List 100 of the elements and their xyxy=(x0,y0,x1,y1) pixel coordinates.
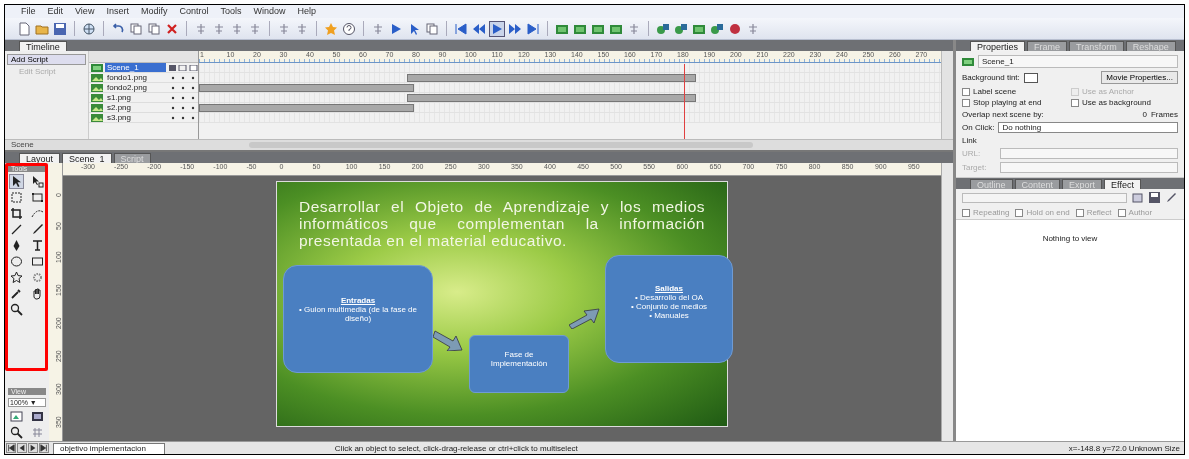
shapes-icon[interactable] xyxy=(656,21,670,36)
crop-icon[interactable] xyxy=(10,207,23,220)
tween-bar[interactable] xyxy=(406,93,697,102)
panel-tab[interactable]: Properties xyxy=(970,41,1026,51)
layer-row[interactable]: Scene_1 xyxy=(89,63,198,73)
checkbox-box[interactable] xyxy=(962,87,970,96)
url-field[interactable] xyxy=(1000,148,1178,159)
checkbox[interactable]: Stop playing at end xyxy=(962,98,1069,107)
help-icon[interactable] xyxy=(342,21,356,36)
checkbox[interactable]: Use as background xyxy=(1071,98,1178,107)
scene-label[interactable]: Scene xyxy=(5,140,89,150)
name-field[interactable]: Scene_1 xyxy=(978,55,1178,68)
layer-row[interactable]: s3.png xyxy=(89,113,198,123)
motion-path-icon[interactable] xyxy=(31,207,44,220)
panel-tab[interactable]: Effect xyxy=(1104,179,1141,189)
checkbox-box[interactable] xyxy=(1071,98,1079,107)
tween-bar[interactable] xyxy=(406,73,697,82)
menu-item[interactable]: Edit xyxy=(47,6,64,17)
text-icon[interactable] xyxy=(31,239,44,252)
menu-item[interactable]: Tools xyxy=(220,6,242,17)
rewind-icon[interactable] xyxy=(472,21,486,36)
align-icon[interactable] xyxy=(277,21,291,36)
copy-icon[interactable] xyxy=(147,21,161,36)
align-icon[interactable] xyxy=(230,21,244,36)
menu-item[interactable]: Window xyxy=(253,6,286,17)
eyedropper-icon[interactable] xyxy=(10,287,23,300)
hand-icon[interactable] xyxy=(31,287,44,300)
playhead-line[interactable] xyxy=(683,64,685,139)
shapes-icon[interactable] xyxy=(710,21,724,36)
skip-back-icon[interactable] xyxy=(6,443,16,453)
tween-bar[interactable] xyxy=(199,83,415,92)
layer-row[interactable]: fondo1.png xyxy=(89,73,198,83)
layer-row[interactable]: fondo2.png xyxy=(89,83,198,93)
target-field[interactable] xyxy=(1000,162,1178,173)
menu-item[interactable]: View xyxy=(75,6,95,17)
stage-area[interactable] xyxy=(63,176,941,441)
rectangle-icon[interactable] xyxy=(31,255,44,268)
save-icon[interactable] xyxy=(53,21,67,36)
line-icon[interactable] xyxy=(10,223,23,236)
star-icon[interactable] xyxy=(10,271,23,284)
panel-tab[interactable]: Layout xyxy=(19,153,61,163)
skip-forward-icon[interactable] xyxy=(39,443,49,453)
subselect-icon[interactable] xyxy=(31,175,44,188)
circle-icon[interactable] xyxy=(728,21,742,36)
scene-tab[interactable]: objetivo implementacion xyxy=(53,442,165,454)
ellipse-icon[interactable] xyxy=(10,255,23,268)
preview-icon[interactable] xyxy=(10,410,23,423)
checkbox-box[interactable] xyxy=(962,98,970,107)
pencil-icon[interactable] xyxy=(31,223,44,236)
align-icon[interactable] xyxy=(295,21,309,36)
menu-item[interactable]: Modify xyxy=(140,6,168,17)
globe-icon[interactable] xyxy=(82,21,96,36)
text-box[interactable]: Fase de Implementación xyxy=(469,335,569,393)
tween-bar[interactable] xyxy=(199,103,415,112)
checkbox-box[interactable] xyxy=(1117,208,1126,217)
save-icon[interactable] xyxy=(1148,191,1161,204)
zoom-icon[interactable] xyxy=(10,303,23,316)
checkbox-box[interactable] xyxy=(1015,208,1024,217)
shapes-icon[interactable] xyxy=(674,21,688,36)
menu-item[interactable]: Insert xyxy=(106,6,129,17)
align-icon[interactable] xyxy=(212,21,226,36)
align-icon[interactable] xyxy=(627,21,641,36)
menu-item[interactable]: Help xyxy=(297,6,316,17)
align-icon[interactable] xyxy=(746,21,760,36)
edit-icon[interactable] xyxy=(1165,191,1178,204)
close-icon[interactable] xyxy=(165,21,179,36)
text-box[interactable]: Salidas • Desarrollo del OA • Conjunto de medios • Manuales xyxy=(605,255,733,363)
checkbox-box[interactable] xyxy=(962,208,970,217)
color-swatch[interactable] xyxy=(1023,72,1038,83)
number-field[interactable]: 0 xyxy=(1116,110,1147,119)
text-box[interactable]: Entradas • Guion multimedia (de la fase de diseño) xyxy=(283,265,433,373)
scrollbar[interactable] xyxy=(941,163,953,441)
checkbox[interactable]: Label scene xyxy=(962,87,1069,96)
movie-properties-button[interactable]: Movie Properties... xyxy=(1101,71,1178,84)
fast-forward-icon[interactable] xyxy=(508,21,522,36)
add-icon[interactable] xyxy=(1131,191,1144,204)
menu-item[interactable]: Control xyxy=(179,6,209,17)
align-icon[interactable] xyxy=(248,21,262,36)
align-icon[interactable] xyxy=(194,21,208,36)
checkbox-box[interactable] xyxy=(1075,208,1084,217)
menu-item[interactable]: File xyxy=(21,6,36,17)
skip-back-icon[interactable] xyxy=(454,21,468,36)
reshape-icon[interactable] xyxy=(31,191,44,204)
copy-icon[interactable] xyxy=(425,21,439,36)
document-icon[interactable] xyxy=(17,21,31,36)
layer-row[interactable]: s2.png xyxy=(89,103,198,113)
scrollbar[interactable] xyxy=(941,51,953,139)
zoom-icon[interactable] xyxy=(10,426,23,439)
forward-icon[interactable] xyxy=(28,443,38,453)
play-icon[interactable] xyxy=(490,21,504,36)
layer-row[interactable]: s1.png xyxy=(89,93,198,103)
select-arrow-icon[interactable] xyxy=(10,175,23,188)
copy-icon[interactable] xyxy=(129,21,143,36)
film-icon[interactable] xyxy=(31,410,44,423)
play-icon[interactable] xyxy=(389,21,403,36)
add-script-button[interactable]: Add Script xyxy=(7,54,86,65)
back-icon[interactable] xyxy=(17,443,27,453)
align-icon[interactable] xyxy=(371,21,385,36)
star-icon[interactable] xyxy=(324,21,338,36)
action-dropdown[interactable]: Do nothing xyxy=(998,122,1178,133)
